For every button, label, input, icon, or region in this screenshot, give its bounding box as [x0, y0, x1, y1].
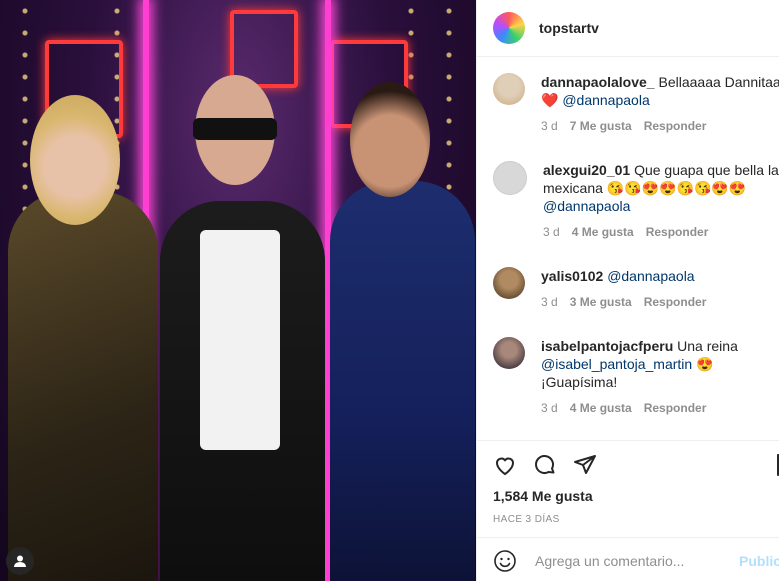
mention-link[interactable]: @dannapaola	[607, 268, 694, 284]
comment-likes[interactable]: 4 Me gusta	[572, 225, 634, 239]
comment-username[interactable]: dannapaolalove_	[541, 74, 655, 90]
post-actions: 1,584 Me gusta HACE 3 DÍAS Publicar	[477, 440, 779, 582]
list-item: dannapaolalove_ Bellaaaaa Dannitaa❤️ @da…	[493, 73, 779, 133]
heart-icon[interactable]	[493, 453, 517, 477]
reply-button[interactable]: Responder	[644, 119, 707, 133]
comment-input[interactable]	[533, 551, 727, 570]
post-time: HACE 3 DÍAS	[493, 514, 560, 525]
publish-button[interactable]: Publicar	[739, 553, 779, 569]
mention-link[interactable]: @dannapaola	[562, 92, 649, 108]
bookmark-icon[interactable]	[774, 453, 779, 477]
mention-link[interactable]: @dannapaola	[543, 198, 630, 214]
likes-count[interactable]: 1,584 Me gusta	[493, 488, 593, 504]
emoji-icon[interactable]	[493, 549, 517, 573]
person-right	[330, 181, 475, 581]
mention-link[interactable]: @isabel_pantoja_martin	[541, 356, 692, 372]
comments-list[interactable]: dannapaolalove_ Bellaaaaa Dannitaa❤️ @da…	[477, 57, 779, 440]
list-item: alexgui20_01 Que guapa que bella la mexi…	[493, 161, 779, 239]
comment-likes[interactable]: 3 Me gusta	[570, 295, 632, 309]
comment-icon[interactable]	[533, 453, 557, 477]
person-left	[8, 191, 158, 581]
comment-age: 3 d	[543, 225, 560, 239]
comment-meta: 3 d 3 Me gusta Responder	[541, 295, 779, 309]
comment-age: 3 d	[541, 119, 558, 133]
add-comment-bar: Publicar	[477, 537, 779, 583]
reply-button[interactable]: Responder	[644, 401, 707, 415]
person-right-head	[350, 82, 430, 197]
comment-text: dannapaolalove_ Bellaaaaa Dannitaa❤️ @da…	[541, 74, 779, 108]
sunglasses	[193, 118, 277, 140]
action-icons	[493, 453, 597, 477]
comment-age: 3 d	[541, 295, 558, 309]
avatar[interactable]	[493, 12, 525, 44]
post-photo[interactable]	[0, 0, 476, 581]
person-left-head	[30, 95, 120, 225]
comment-text: alexgui20_01 Que guapa que bella la mexi…	[543, 162, 779, 214]
comment-username[interactable]: yalis0102	[541, 268, 603, 284]
list-item: yalis0102 @dannapaola 3 d 3 Me gusta Res…	[493, 267, 779, 309]
post-header: topstartv	[477, 0, 779, 57]
reply-button[interactable]: Responder	[646, 225, 709, 239]
comment-text: yalis0102 @dannapaola	[541, 267, 779, 285]
comment-age: 3 d	[541, 401, 558, 415]
avatar[interactable]	[493, 267, 525, 299]
person-center-shirt	[200, 230, 280, 450]
comment-meta: 3 d 7 Me gusta Responder	[541, 119, 779, 133]
list-item: isabelpantojacfperu Una reina @isabel_pa…	[493, 337, 779, 415]
post-author-username[interactable]: topstartv	[539, 20, 599, 36]
comment-meta: 3 d 4 Me gusta Responder	[541, 401, 779, 415]
reply-button[interactable]: Responder	[644, 295, 707, 309]
share-icon[interactable]	[573, 453, 597, 477]
comment-likes[interactable]: 4 Me gusta	[570, 401, 632, 415]
avatar[interactable]	[493, 161, 527, 195]
avatar[interactable]	[493, 337, 525, 369]
comment-text: isabelpantojacfperu Una reina @isabel_pa…	[541, 338, 738, 390]
comment-meta: 3 d 4 Me gusta Responder	[543, 225, 779, 239]
comment-username[interactable]: alexgui20_01	[543, 162, 630, 178]
comment-username[interactable]: isabelpantojacfperu	[541, 338, 673, 354]
comment-likes[interactable]: 7 Me gusta	[570, 119, 632, 133]
post-side-panel: topstartv dannapaolalove_ Bellaaaaa Dann…	[476, 0, 779, 581]
avatar[interactable]	[493, 73, 525, 105]
user-icon[interactable]	[6, 547, 34, 575]
